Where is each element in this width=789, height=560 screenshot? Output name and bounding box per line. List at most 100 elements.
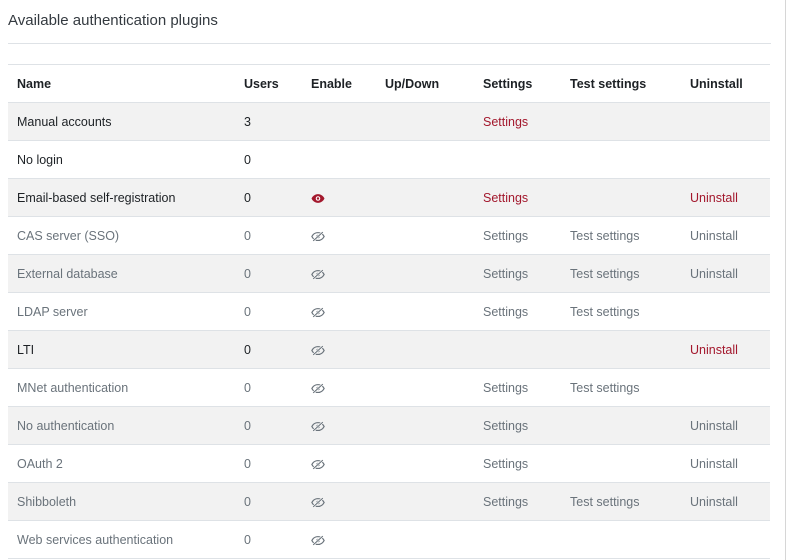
test-settings-link[interactable]: Test settings — [570, 305, 639, 319]
uninstall-link[interactable]: Uninstall — [690, 419, 738, 433]
plugin-enable-cell — [302, 407, 376, 445]
header-enable: Enable — [311, 76, 352, 91]
plugin-updown-cell — [376, 369, 474, 407]
plugin-enable-cell — [302, 179, 376, 217]
settings-link[interactable]: Settings — [483, 305, 528, 319]
plugin-test-settings-cell — [561, 521, 681, 559]
plugin-uninstall-cell — [681, 103, 770, 141]
plugin-enable-cell — [302, 103, 376, 141]
plugin-settings-cell — [474, 141, 561, 179]
eye-slash-icon[interactable] — [311, 534, 325, 546]
uninstall-link[interactable]: Uninstall — [690, 267, 738, 281]
plugin-users: 0 — [244, 456, 251, 471]
plugin-uninstall-cell — [681, 141, 770, 179]
plugin-uninstall-cell: Uninstall — [681, 445, 770, 483]
plugin-settings-cell — [474, 331, 561, 369]
uninstall-link[interactable]: Uninstall — [690, 343, 738, 357]
test-settings-link[interactable]: Test settings — [570, 229, 639, 243]
plugin-uninstall-cell: Uninstall — [681, 483, 770, 521]
plugin-settings-cell: Settings — [474, 407, 561, 445]
plugin-test-settings-cell: Test settings — [561, 255, 681, 293]
plugin-name: No login — [17, 152, 63, 167]
eye-slash-icon[interactable] — [311, 420, 325, 432]
settings-link[interactable]: Settings — [483, 229, 528, 243]
settings-link[interactable]: Settings — [483, 495, 528, 509]
settings-link[interactable]: Settings — [483, 115, 528, 129]
plugin-name: Shibboleth — [17, 494, 77, 509]
plugin-users: 0 — [244, 152, 251, 167]
plugin-uninstall-cell — [681, 521, 770, 559]
eye-slash-icon[interactable] — [311, 306, 325, 318]
eye-icon[interactable] — [311, 193, 325, 204]
uninstall-link[interactable]: Uninstall — [690, 457, 738, 471]
eye-slash-icon[interactable] — [311, 230, 325, 242]
eye-slash-icon[interactable] — [311, 458, 325, 470]
plugin-users: 0 — [244, 532, 251, 547]
plugin-updown-cell — [376, 521, 474, 559]
table-row: No authentication 0 Settings Uninstall — [8, 406, 770, 445]
settings-link[interactable]: Settings — [483, 419, 528, 433]
table-row: LTI 0 Uninstall — [8, 330, 770, 369]
plugin-settings-cell: Settings — [474, 369, 561, 407]
plugin-test-settings-cell — [561, 331, 681, 369]
plugin-enable-cell — [302, 141, 376, 179]
test-settings-link[interactable]: Test settings — [570, 267, 639, 281]
table-row: No login 0 — [8, 140, 770, 179]
plugin-updown-cell — [376, 483, 474, 521]
header-users: Users — [244, 76, 279, 91]
eye-slash-icon[interactable] — [311, 496, 325, 508]
plugin-enable-cell — [302, 293, 376, 331]
settings-link[interactable]: Settings — [483, 191, 528, 205]
title-divider — [8, 43, 771, 44]
plugin-enable-cell — [302, 217, 376, 255]
header-updown: Up/Down — [385, 76, 440, 91]
plugin-name: No authentication — [17, 418, 115, 433]
plugin-test-settings-cell — [561, 407, 681, 445]
plugin-settings-cell: Settings — [474, 103, 561, 141]
eye-slash-icon[interactable] — [311, 382, 325, 394]
plugin-enable-cell — [302, 255, 376, 293]
settings-link[interactable]: Settings — [483, 267, 528, 281]
uninstall-link[interactable]: Uninstall — [690, 229, 738, 243]
plugin-updown-cell — [376, 141, 474, 179]
plugin-name: OAuth 2 — [17, 456, 63, 471]
plugin-updown-cell — [376, 179, 474, 217]
plugin-updown-cell — [376, 445, 474, 483]
uninstall-link[interactable]: Uninstall — [690, 191, 738, 205]
plugin-settings-cell — [474, 521, 561, 559]
plugin-users: 0 — [244, 418, 251, 433]
eye-slash-icon[interactable] — [311, 344, 325, 356]
plugin-enable-cell — [302, 521, 376, 559]
plugin-name: Web services authentication — [17, 532, 174, 547]
plugin-settings-cell: Settings — [474, 217, 561, 255]
plugin-settings-cell: Settings — [474, 293, 561, 331]
table-header-row: Name Users Enable Up/Down Settings Test … — [8, 64, 770, 103]
table-row: MNet authentication 0 Settings Test setting… — [8, 368, 770, 407]
table-row: LDAP server 0 Settings Test settings — [8, 292, 770, 331]
plugin-uninstall-cell — [681, 293, 770, 331]
test-settings-link[interactable]: Test settings — [570, 381, 639, 395]
header-test-settings: Test settings — [570, 76, 647, 91]
plugin-updown-cell — [376, 103, 474, 141]
plugin-enable-cell — [302, 445, 376, 483]
plugin-name: MNet authentication — [17, 380, 129, 395]
plugin-name: External database — [17, 266, 118, 281]
eye-slash-icon[interactable] — [311, 268, 325, 280]
plugin-updown-cell — [376, 217, 474, 255]
plugin-settings-cell: Settings — [474, 483, 561, 521]
plugin-uninstall-cell: Uninstall — [681, 217, 770, 255]
plugin-updown-cell — [376, 331, 474, 369]
plugin-updown-cell — [376, 407, 474, 445]
header-name: Name — [17, 76, 52, 91]
plugin-test-settings-cell — [561, 179, 681, 217]
uninstall-link[interactable]: Uninstall — [690, 495, 738, 509]
plugin-name: Manual accounts — [17, 114, 112, 129]
table-row: Web services authentication 0 — [8, 520, 770, 559]
settings-link[interactable]: Settings — [483, 381, 528, 395]
plugin-users: 0 — [244, 228, 251, 243]
plugin-test-settings-cell: Test settings — [561, 483, 681, 521]
auth-plugins-table: Name Users Enable Up/Down Settings Test … — [8, 64, 770, 559]
test-settings-link[interactable]: Test settings — [570, 495, 639, 509]
plugin-uninstall-cell: Uninstall — [681, 179, 770, 217]
settings-link[interactable]: Settings — [483, 457, 528, 471]
